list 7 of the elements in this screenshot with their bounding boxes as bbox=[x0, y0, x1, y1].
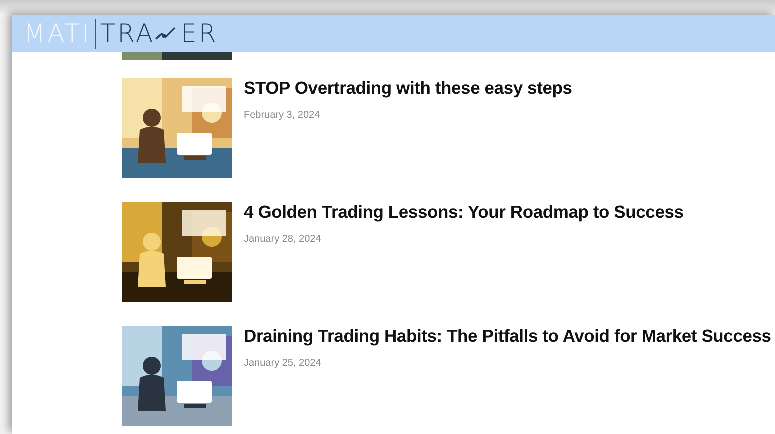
post-date: February 3, 2024 bbox=[244, 110, 322, 121]
post-title-link[interactable]: STOP Overtrading with these easy steps bbox=[244, 78, 572, 98]
post-title-link[interactable]: Draining Trading Habits: The Pitfalls to Avoid for Market Success bbox=[244, 326, 772, 346]
post-date: January 25, 2024 bbox=[244, 358, 322, 369]
post-date: January 28, 2024 bbox=[244, 234, 322, 245]
post-title-link[interactable]: 4 Golden Trading Lessons: Your Roadmap to Success bbox=[244, 202, 684, 222]
chart-line-icon bbox=[155, 26, 178, 42]
